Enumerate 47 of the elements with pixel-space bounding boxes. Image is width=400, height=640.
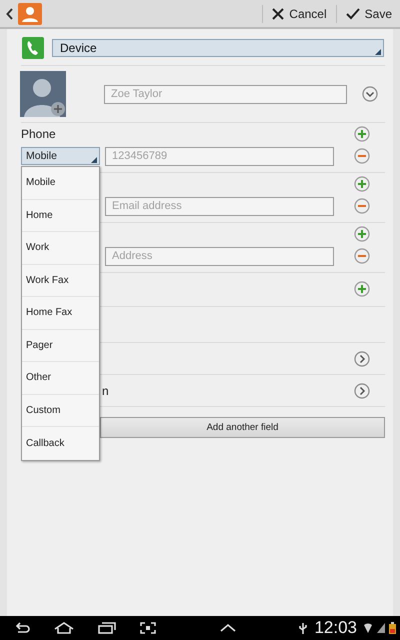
clock-time: 12:03	[314, 618, 358, 638]
type-dropdown[interactable]: Mobile	[21, 147, 100, 165]
menu-item[interactable]: Home	[22, 200, 99, 232]
section-label: Phone	[21, 127, 56, 141]
check-icon	[346, 8, 360, 20]
input-field[interactable]: 123456789	[105, 146, 334, 166]
back-icon[interactable]	[14, 622, 30, 634]
menu-item[interactable]: Mobile	[22, 167, 99, 200]
recent-apps-icon[interactable]	[98, 622, 116, 634]
name-field[interactable]: Zoe Taylor	[104, 84, 347, 104]
dropdown-corner-icon	[375, 49, 381, 55]
add-icon[interactable]	[354, 226, 370, 242]
section-label: n	[102, 384, 109, 398]
menu-item[interactable]: Custom	[22, 394, 99, 427]
menu-item[interactable]: Pager	[22, 330, 99, 362]
chevron-right-icon[interactable]	[354, 382, 370, 398]
account-dropdown[interactable]: Device	[52, 39, 384, 57]
input-field[interactable]: Email address	[105, 196, 334, 216]
home-icon[interactable]	[54, 622, 74, 634]
screenshot-icon[interactable]	[140, 622, 156, 634]
menu-item[interactable]: Callback	[22, 427, 99, 460]
expand-icon[interactable]	[362, 86, 378, 102]
remove-icon[interactable]	[354, 148, 370, 164]
chevron-right-icon[interactable]	[354, 350, 370, 366]
menu-item[interactable]: Work	[22, 232, 99, 264]
back-icon[interactable]	[6, 8, 14, 20]
remove-icon[interactable]	[354, 248, 370, 264]
close-icon	[272, 8, 284, 20]
menu-item[interactable]: Other	[22, 362, 99, 394]
battery-icon	[389, 622, 396, 634]
save-button[interactable]: Save	[344, 4, 394, 22]
contact-photo-placeholder[interactable]	[20, 71, 66, 117]
dropdown-corner-icon	[91, 157, 97, 163]
wifi-icon	[363, 622, 374, 634]
add-field-button[interactable]: Add another field	[100, 417, 385, 438]
signal-icon	[377, 623, 386, 633]
menu-item[interactable]: Work Fax	[22, 264, 99, 297]
caret-up-icon[interactable]	[220, 623, 236, 633]
phone-icon	[22, 37, 44, 59]
add-icon[interactable]	[354, 126, 370, 142]
cancel-button[interactable]: Cancel	[270, 4, 329, 22]
add-icon[interactable]	[354, 176, 370, 192]
input-field[interactable]: Address	[105, 246, 334, 266]
menu-item[interactable]: Home Fax	[22, 297, 99, 330]
remove-icon[interactable]	[354, 198, 370, 214]
usb-icon	[299, 622, 308, 634]
add-icon[interactable]	[354, 281, 370, 297]
